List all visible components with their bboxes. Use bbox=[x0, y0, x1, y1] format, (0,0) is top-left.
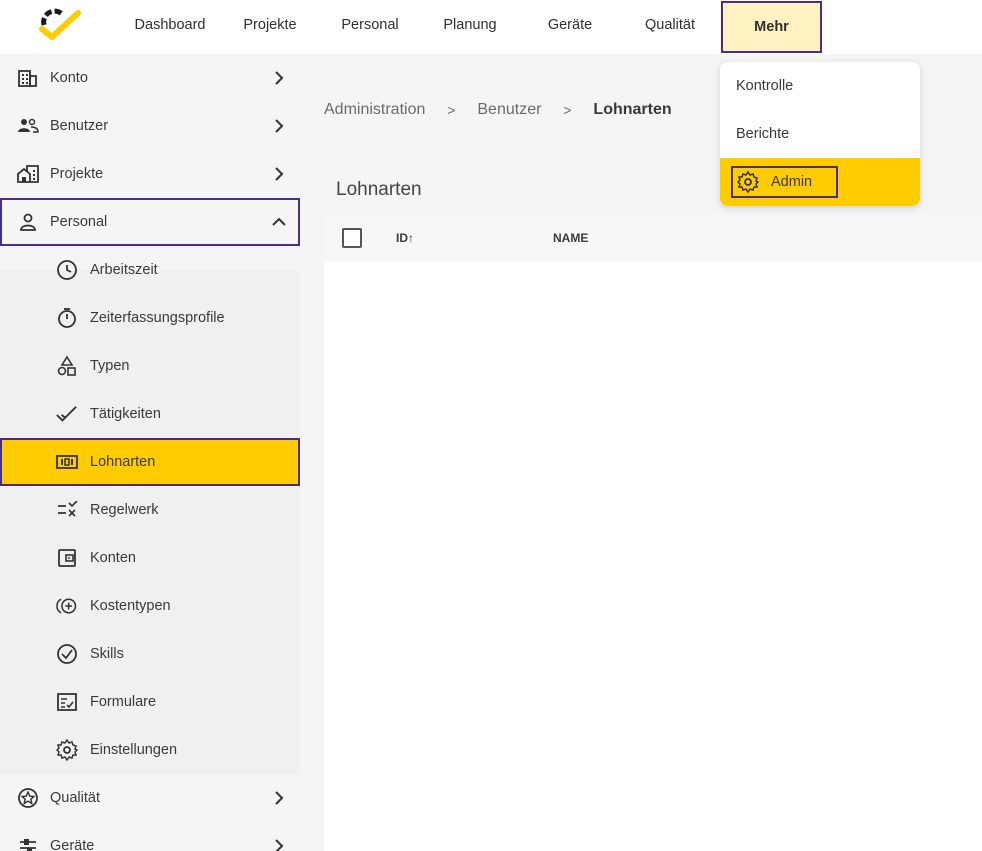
sidebar-item-kostentypen[interactable]: Kostentypen bbox=[0, 582, 300, 630]
nav-planung[interactable]: Planung bbox=[420, 0, 520, 50]
menu-item-admin[interactable]: Admin bbox=[720, 158, 920, 206]
menu-item-berichte[interactable]: Berichte bbox=[720, 110, 920, 158]
chevron-right-icon bbox=[270, 69, 288, 87]
breadcrumb: Administration > Benutzer > Lohnarten bbox=[324, 98, 672, 122]
sidebar-item-label: Typen bbox=[90, 358, 130, 374]
sidebar-item-regelwerk[interactable]: Regelwerk bbox=[0, 486, 300, 534]
sidebar-item-label: Formulare bbox=[90, 694, 157, 710]
breadcrumb-separator: > bbox=[447, 102, 456, 118]
sidebar-item-skills[interactable]: Skills bbox=[0, 630, 300, 678]
nav-qualitaet[interactable]: Qualität bbox=[620, 0, 720, 50]
nav-mehr[interactable]: Mehr bbox=[721, 1, 822, 53]
sidebar-item-lohnarten[interactable]: Lohnarten bbox=[0, 438, 300, 486]
sidebar-item-formulare[interactable]: Formulare bbox=[0, 678, 300, 726]
sidebar-item-taetigkeiten[interactable]: Tätigkeiten bbox=[0, 390, 300, 438]
rule-icon bbox=[56, 499, 78, 521]
app-logo[interactable] bbox=[34, 5, 82, 41]
column-header-id[interactable]: ID↑ bbox=[396, 231, 414, 245]
add-circle-icon bbox=[56, 595, 78, 617]
sidebar-item-label: Einstellungen bbox=[90, 742, 178, 758]
gear-icon bbox=[56, 739, 78, 761]
sidebar: Konto Benutzer Projekte Personal Arbeits… bbox=[0, 54, 300, 851]
wallet-icon bbox=[56, 547, 78, 569]
table-header: ID↑ NAME bbox=[324, 214, 982, 262]
chevron-right-icon bbox=[270, 837, 288, 851]
sidebar-item-label: Lohnarten bbox=[90, 454, 156, 470]
sidebar-item-label: Konto bbox=[50, 70, 88, 86]
star-circle-icon bbox=[17, 787, 39, 809]
chevron-up-icon bbox=[270, 213, 288, 231]
admin-highlight: Admin bbox=[731, 166, 838, 198]
check-circle-icon bbox=[56, 643, 78, 665]
timer-icon bbox=[56, 307, 78, 329]
breadcrumb-separator: > bbox=[563, 102, 572, 118]
breadcrumb-administration[interactable]: Administration bbox=[324, 101, 425, 119]
device-icon bbox=[17, 835, 39, 851]
sidebar-item-label: Kostentypen bbox=[90, 598, 171, 614]
sidebar-item-zeiterfassungsprofile[interactable]: Zeiterfassungsprofile bbox=[0, 294, 300, 342]
sidebar-item-label: Geräte bbox=[50, 838, 95, 851]
clock-icon bbox=[56, 259, 78, 281]
sidebar-item-label: Qualität bbox=[50, 790, 100, 806]
sidebar-item-einstellungen[interactable]: Einstellungen bbox=[0, 726, 300, 774]
menu-item-label: Admin bbox=[771, 174, 813, 190]
nav-dashboard[interactable]: Dashboard bbox=[120, 0, 220, 50]
sidebar-item-benutzer[interactable]: Benutzer bbox=[0, 102, 300, 150]
house-building-icon bbox=[17, 163, 39, 185]
users-icon bbox=[17, 115, 39, 137]
sidebar-item-label: Benutzer bbox=[50, 118, 109, 134]
shapes-icon bbox=[56, 355, 78, 377]
sidebar-item-label: Regelwerk bbox=[90, 502, 159, 518]
menu-item-kontrolle[interactable]: Kontrolle bbox=[720, 62, 920, 110]
person-icon bbox=[17, 211, 39, 233]
select-all-checkbox[interactable] bbox=[342, 228, 362, 248]
breadcrumb-current: Lohnarten bbox=[593, 101, 672, 118]
sidebar-item-label: Projekte bbox=[50, 166, 104, 182]
sidebar-item-typen[interactable]: Typen bbox=[0, 342, 300, 390]
sidebar-item-label: Konten bbox=[90, 550, 136, 566]
double-check-icon bbox=[56, 403, 78, 425]
sidebar-item-personal[interactable]: Personal bbox=[0, 198, 300, 246]
sidebar-item-label: Tätigkeiten bbox=[90, 406, 161, 422]
more-dropdown-menu: Kontrolle Berichte Admin bbox=[720, 62, 920, 206]
chevron-right-icon bbox=[270, 165, 288, 183]
nav-geraete[interactable]: Geräte bbox=[520, 0, 620, 50]
top-navigation-bar: Dashboard Projekte Personal Planung Gerä… bbox=[0, 0, 982, 54]
nav-projekte[interactable]: Projekte bbox=[220, 0, 320, 50]
data-table: ID↑ NAME bbox=[324, 214, 982, 851]
breadcrumb-benutzer[interactable]: Benutzer bbox=[477, 101, 541, 119]
sidebar-item-label: Arbeitszeit bbox=[90, 262, 158, 278]
column-header-name[interactable]: NAME bbox=[553, 231, 588, 245]
sidebar-item-qualitaet[interactable]: Qualität bbox=[0, 774, 300, 822]
gear-icon bbox=[737, 171, 759, 193]
sidebar-item-label: Skills bbox=[90, 646, 124, 662]
sidebar-item-label: Personal bbox=[50, 214, 108, 230]
sidebar-item-konto[interactable]: Konto bbox=[0, 54, 300, 102]
page-title: Lohnarten bbox=[336, 179, 422, 200]
chevron-right-icon bbox=[270, 789, 288, 807]
sidebar-item-geraete[interactable]: Geräte bbox=[0, 822, 300, 851]
sidebar-item-label: Zeiterfassungsprofile bbox=[90, 310, 225, 326]
sidebar-item-projekte[interactable]: Projekte bbox=[0, 150, 300, 198]
building-icon bbox=[17, 67, 39, 89]
money-icon bbox=[56, 451, 78, 473]
sidebar-item-konten[interactable]: Konten bbox=[0, 534, 300, 582]
sidebar-item-arbeitszeit[interactable]: Arbeitszeit bbox=[0, 246, 300, 294]
form-icon bbox=[56, 691, 78, 713]
chevron-right-icon bbox=[270, 117, 288, 135]
nav-personal[interactable]: Personal bbox=[320, 0, 420, 50]
